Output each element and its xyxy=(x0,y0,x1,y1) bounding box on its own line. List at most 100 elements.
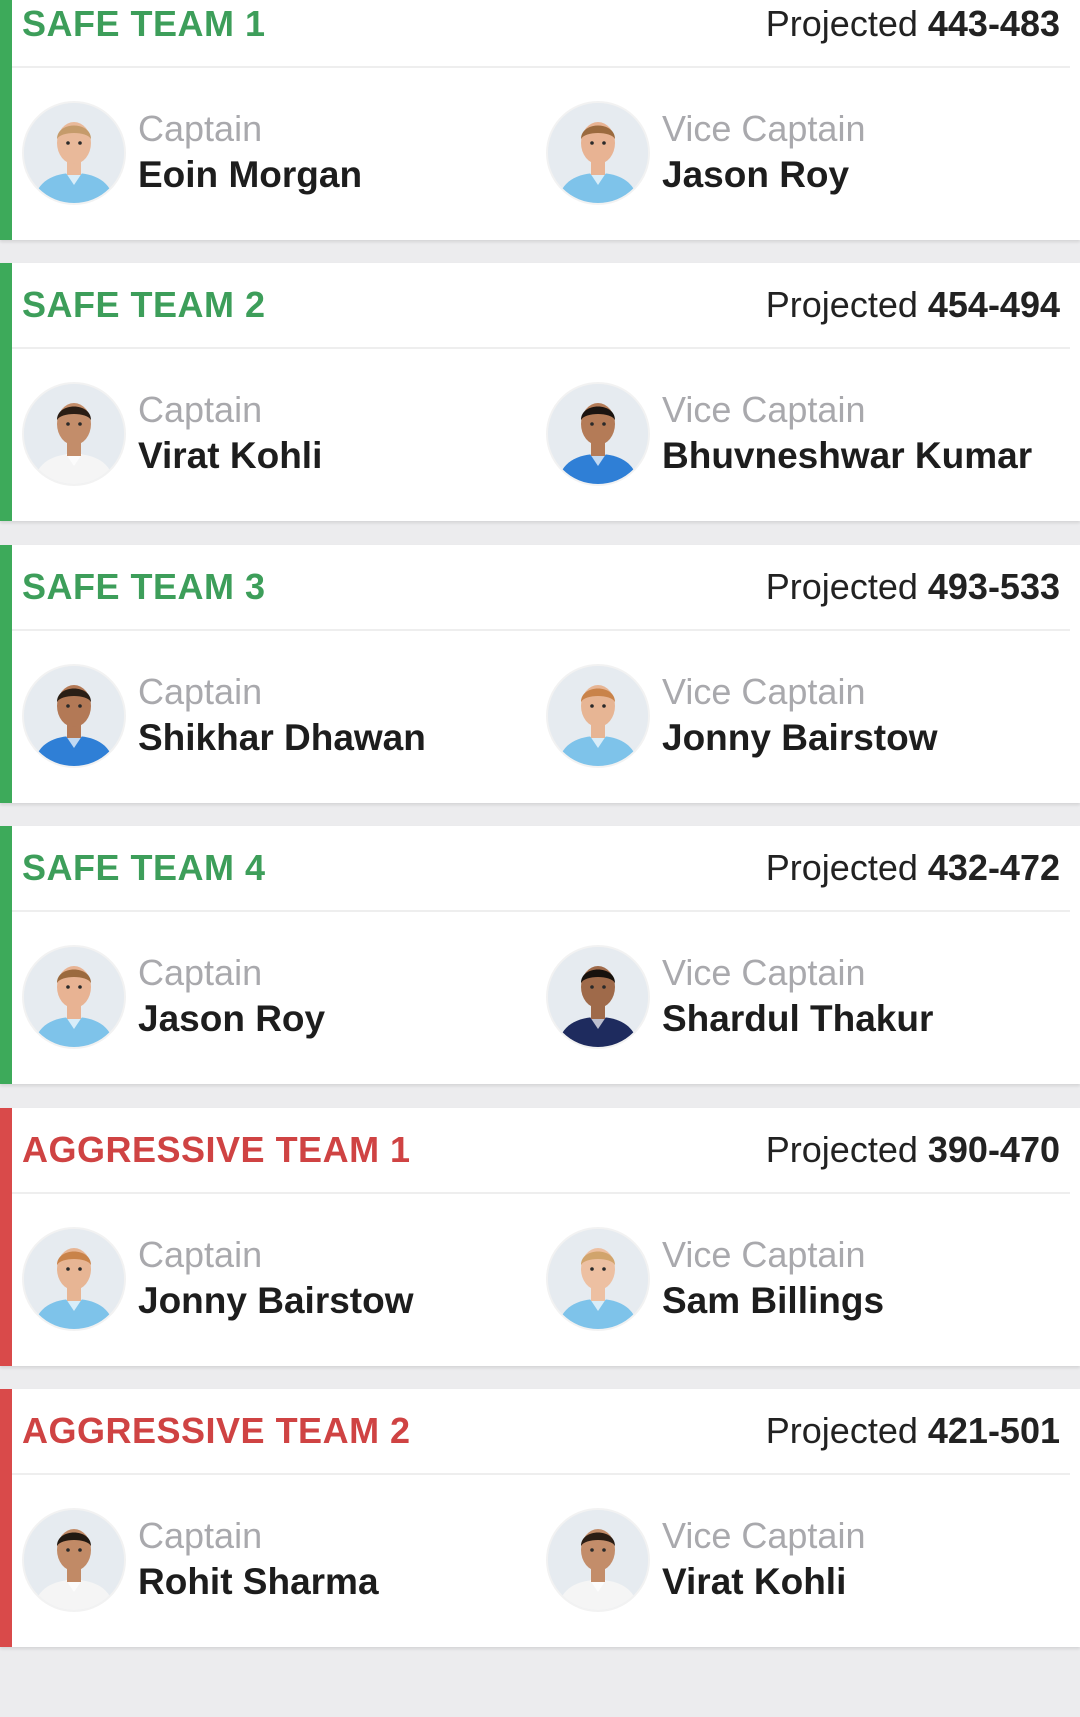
team-card-header: AGGRESSIVE TEAM 2 Projected 421-501 xyxy=(12,1389,1070,1475)
team-card-body: Captain Eoin Morgan Vice Captain Jason R… xyxy=(12,68,1080,238)
team-card-body: Captain Rohit Sharma Vice Captain Virat … xyxy=(12,1475,1080,1645)
captain-info: Captain Virat Kohli xyxy=(138,388,322,480)
player-name: Sam Billings xyxy=(662,1280,885,1321)
vice-captain-slot[interactable]: Vice Captain Jason Roy xyxy=(546,101,1076,205)
projected-range: 454-494 xyxy=(927,284,1060,325)
projected-score: Projected 443-483 xyxy=(766,3,1060,45)
vice-captain-slot[interactable]: Vice Captain Bhuvneshwar Kumar xyxy=(546,382,1076,486)
player-name: Bhuvneshwar Kumar xyxy=(662,435,1033,476)
vice-captain-slot[interactable]: Vice Captain Sam Billings xyxy=(546,1227,1076,1331)
team-card-header: SAFE TEAM 4 Projected 432-472 xyxy=(12,826,1070,912)
projected-range: 432-472 xyxy=(927,847,1060,888)
role-label: Vice Captain xyxy=(662,671,866,712)
team-title: AGGRESSIVE TEAM 2 xyxy=(22,1410,411,1451)
captain-info: Captain Jonny Bairstow xyxy=(138,1233,414,1325)
captain-slot[interactable]: Captain Rohit Sharma xyxy=(22,1508,546,1612)
role-label: Vice Captain xyxy=(662,1234,866,1275)
team-card[interactable]: SAFE TEAM 2 Projected 454-494 Captain Vir… xyxy=(0,263,1080,521)
captain-info: Captain Jason Roy xyxy=(138,951,325,1043)
team-card[interactable]: SAFE TEAM 3 Projected 493-533 Captain Shi… xyxy=(0,545,1080,803)
player-avatar-icon xyxy=(546,382,650,486)
player-avatar-icon xyxy=(546,664,650,768)
vice-captain-slot[interactable]: Vice Captain Jonny Bairstow xyxy=(546,664,1076,768)
vice-captain-info: Vice Captain Sam Billings xyxy=(662,1233,884,1325)
role-label: Vice Captain xyxy=(662,1515,866,1556)
team-card-body: Captain Jason Roy Vice Captain Shardul T… xyxy=(12,912,1080,1082)
player-avatar-icon xyxy=(546,945,650,1049)
player-name: Virat Kohli xyxy=(138,435,323,476)
projected-label: Projected xyxy=(765,3,918,44)
projected-score: Projected 493-533 xyxy=(766,566,1060,608)
captain-slot[interactable]: Captain Eoin Morgan xyxy=(22,101,546,205)
player-name: Shikhar Dhawan xyxy=(138,717,426,758)
player-name: Jason Roy xyxy=(662,154,850,195)
role-label: Captain xyxy=(138,1515,263,1556)
player-name: Eoin Morgan xyxy=(138,154,363,195)
projected-range: 493-533 xyxy=(927,566,1060,607)
vice-captain-info: Vice Captain Jonny Bairstow xyxy=(662,670,938,762)
player-avatar-icon xyxy=(22,382,126,486)
captain-slot[interactable]: Captain Jonny Bairstow xyxy=(22,1227,546,1331)
team-title: SAFE TEAM 1 xyxy=(22,3,266,44)
role-label: Vice Captain xyxy=(662,952,866,993)
player-name: Virat Kohli xyxy=(662,1561,847,1602)
team-title: SAFE TEAM 4 xyxy=(22,847,266,888)
team-card[interactable]: AGGRESSIVE TEAM 2 Projected 421-501 Capta… xyxy=(0,1389,1080,1647)
player-avatar-icon xyxy=(22,101,126,205)
vice-captain-slot[interactable]: Vice Captain Virat Kohli xyxy=(546,1508,1076,1612)
role-label: Captain xyxy=(138,108,263,149)
vice-captain-info: Vice Captain Shardul Thakur xyxy=(662,951,933,1043)
role-label: Captain xyxy=(138,671,263,712)
team-title: SAFE TEAM 3 xyxy=(22,566,266,607)
vice-captain-info: Vice Captain Bhuvneshwar Kumar xyxy=(662,388,1032,480)
role-label: Vice Captain xyxy=(662,389,866,430)
player-avatar-icon xyxy=(546,1227,650,1331)
player-name: Shardul Thakur xyxy=(662,998,934,1039)
projected-range: 443-483 xyxy=(927,3,1060,44)
player-avatar-icon xyxy=(22,1227,126,1331)
player-name: Jonny Bairstow xyxy=(662,717,938,758)
projected-score: Projected 421-501 xyxy=(766,1410,1060,1452)
projected-label: Projected xyxy=(765,284,918,325)
captain-slot[interactable]: Captain Virat Kohli xyxy=(22,382,546,486)
team-title: AGGRESSIVE TEAM 1 xyxy=(22,1129,411,1170)
vice-captain-info: Vice Captain Jason Roy xyxy=(662,107,865,199)
player-avatar-icon xyxy=(546,1508,650,1612)
captain-info: Captain Eoin Morgan xyxy=(138,107,362,199)
player-name: Jason Roy xyxy=(138,998,326,1039)
captain-info: Captain Shikhar Dhawan xyxy=(138,670,426,762)
vice-captain-slot[interactable]: Vice Captain Shardul Thakur xyxy=(546,945,1076,1049)
team-card-header: SAFE TEAM 1 Projected 443-483 xyxy=(12,0,1070,68)
role-label: Captain xyxy=(138,1234,263,1275)
projected-label: Projected xyxy=(765,1129,918,1170)
player-avatar-icon xyxy=(22,664,126,768)
projected-score: Projected 432-472 xyxy=(766,847,1060,889)
team-card-body: Captain Virat Kohli Vice Captain Bhuvnes… xyxy=(12,349,1080,519)
team-list: SAFE TEAM 1 Projected 443-483 Captain Eoi… xyxy=(0,0,1080,1717)
projected-range: 390-470 xyxy=(927,1129,1060,1170)
projected-label: Projected xyxy=(765,1410,918,1451)
captain-slot[interactable]: Captain Shikhar Dhawan xyxy=(22,664,546,768)
role-label: Captain xyxy=(138,952,263,993)
team-card-header: AGGRESSIVE TEAM 1 Projected 390-470 xyxy=(12,1108,1070,1194)
team-card[interactable]: SAFE TEAM 4 Projected 432-472 Captain Jas… xyxy=(0,826,1080,1084)
projected-range: 421-501 xyxy=(927,1410,1060,1451)
projected-label: Projected xyxy=(765,566,918,607)
role-label: Captain xyxy=(138,389,263,430)
team-card-body: Captain Shikhar Dhawan Vice Captain Jonn… xyxy=(12,631,1080,801)
player-avatar-icon xyxy=(546,101,650,205)
player-avatar-icon xyxy=(22,945,126,1049)
projected-score: Projected 454-494 xyxy=(766,284,1060,326)
role-label: Vice Captain xyxy=(662,108,866,149)
team-card-header: SAFE TEAM 2 Projected 454-494 xyxy=(12,263,1070,349)
team-card-header: SAFE TEAM 3 Projected 493-533 xyxy=(12,545,1070,631)
team-card[interactable]: SAFE TEAM 1 Projected 443-483 Captain Eoi… xyxy=(0,0,1080,240)
team-title: SAFE TEAM 2 xyxy=(22,284,266,325)
team-card[interactable]: AGGRESSIVE TEAM 1 Projected 390-470 Capta… xyxy=(0,1108,1080,1366)
captain-slot[interactable]: Captain Jason Roy xyxy=(22,945,546,1049)
player-name: Jonny Bairstow xyxy=(138,1280,414,1321)
captain-info: Captain Rohit Sharma xyxy=(138,1514,379,1606)
team-card-body: Captain Jonny Bairstow Vice Captain Sam … xyxy=(12,1194,1080,1364)
projected-score: Projected 390-470 xyxy=(766,1129,1060,1171)
player-name: Rohit Sharma xyxy=(138,1561,379,1602)
